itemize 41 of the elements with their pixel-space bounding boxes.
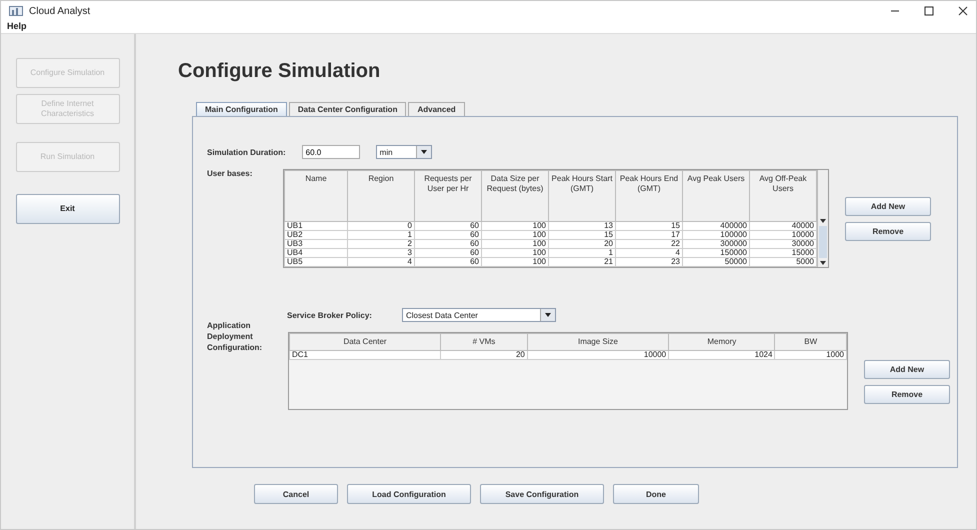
column-header: Image Size <box>527 334 669 350</box>
tab[interactable]: Main Configuration <box>196 102 287 116</box>
caret-icon[interactable] <box>540 309 555 321</box>
unit-dropdown[interactable]: min <box>376 145 432 159</box>
column-header: # VMs <box>440 334 528 350</box>
broker-policy-dropdown[interactable]: Closest Data Center <box>402 308 556 322</box>
column-header: BW <box>774 334 846 350</box>
tab[interactable]: Data Center Configuration <box>288 102 406 116</box>
column-header: Peak Hours Start (GMT) <box>548 170 616 222</box>
column-header: Avg Peak Users <box>682 170 750 222</box>
footer-button[interactable]: Save Configuration <box>480 484 604 504</box>
column-header: Region <box>348 170 414 222</box>
table-action-button[interactable]: Remove <box>864 385 950 404</box>
table-action-button[interactable]: Add New <box>864 360 950 379</box>
table-action-button[interactable]: Remove <box>845 222 931 241</box>
window-title: Cloud Analyst <box>29 6 90 16</box>
caret-icon[interactable] <box>416 146 431 158</box>
section-label: User bases: <box>207 169 254 178</box>
column-header: Memory <box>668 334 775 350</box>
page-heading: Configure Simulation <box>178 60 382 84</box>
maximize-icon[interactable] <box>924 6 934 16</box>
sidebar-button[interactable]: Exit <box>16 194 120 224</box>
field-label: Service Broker Policy: <box>287 310 372 320</box>
column-header: Avg Off-Peak Users <box>750 170 816 222</box>
scrollbar-drawing[interactable] <box>817 170 828 267</box>
app-icon <box>9 6 23 16</box>
menu-item[interactable]: Help <box>7 21 27 33</box>
duration-field[interactable]: 60.0 <box>302 145 360 159</box>
section-label: Application Deployment Configuration: <box>207 320 264 354</box>
footer-button[interactable]: Cancel <box>254 484 338 504</box>
column-header: Peak Hours End (GMT) <box>616 170 682 222</box>
tab[interactable]: Advanced <box>408 102 465 116</box>
footer-button[interactable]: Load Configuration <box>347 484 471 504</box>
field-label: Simulation Duration: <box>207 148 286 156</box>
column-header: Data Size per Request (bytes) <box>482 170 548 222</box>
column-header: Data Center <box>290 334 441 350</box>
close-icon[interactable] <box>958 6 968 16</box>
footer-button[interactable]: Done <box>613 484 699 504</box>
table-action-button[interactable]: Add New <box>845 197 931 216</box>
column-header: Name <box>284 170 348 222</box>
column-header: Requests per User per Hr <box>414 170 482 222</box>
